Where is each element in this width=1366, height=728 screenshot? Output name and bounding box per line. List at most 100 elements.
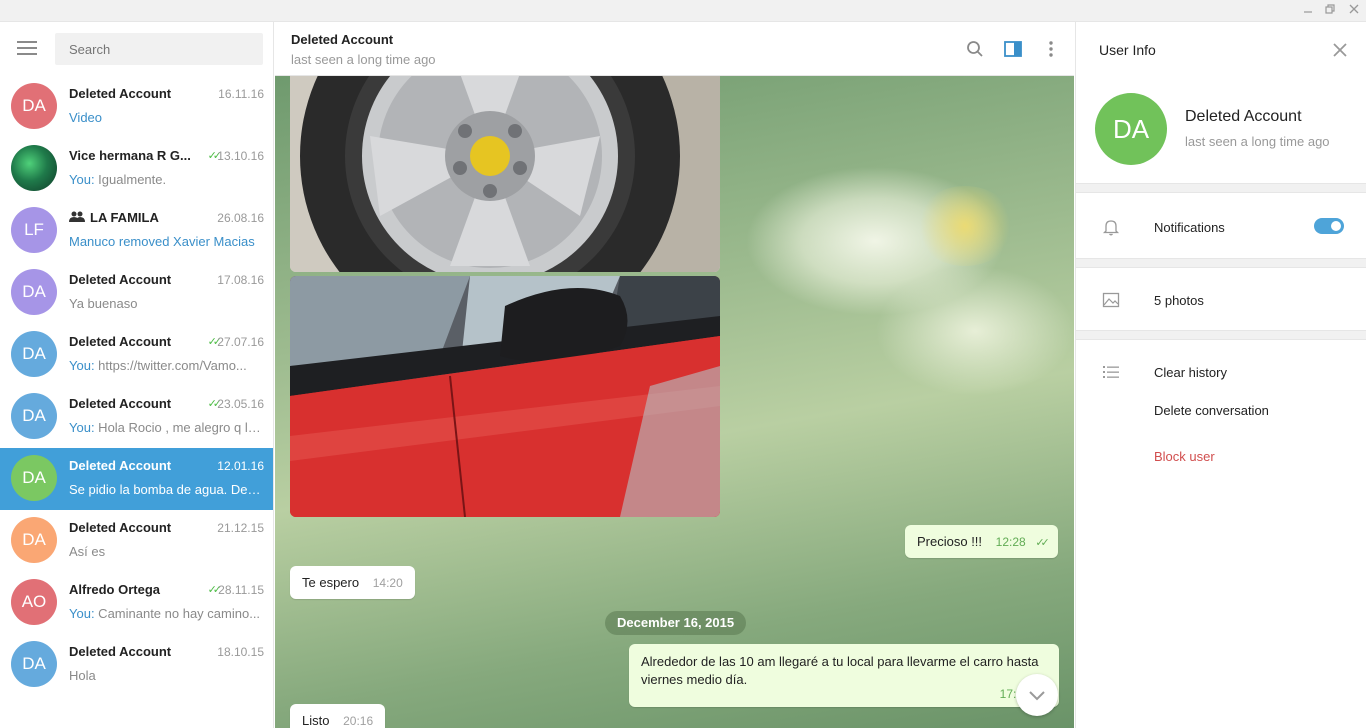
restore-icon[interactable] xyxy=(1320,3,1340,19)
shared-photos-link[interactable]: 5 photos xyxy=(1154,293,1204,308)
divider xyxy=(1076,330,1366,340)
sidebar-header xyxy=(0,22,273,76)
user-status: last seen a long time ago xyxy=(1185,134,1330,149)
chat-preview: Ya buenaso xyxy=(69,296,265,311)
chat-list-item[interactable]: DA Deleted Account 12.01.16 Se pidio la bom… xyxy=(0,448,273,510)
avatar xyxy=(11,145,57,191)
chat-name-text: Deleted Account xyxy=(69,272,172,287)
chat-name-text: Deleted Account xyxy=(69,86,172,101)
chat-title[interactable]: Deleted Account xyxy=(291,32,393,47)
window-titlebar xyxy=(0,0,1366,22)
wallpaper-petal xyxy=(875,266,1074,396)
avatar: DA xyxy=(11,83,57,129)
bell-icon xyxy=(1102,218,1120,236)
chat-preview: Manuco removed Xavier Macias xyxy=(69,234,265,249)
avatar: DA xyxy=(11,517,57,563)
chat-list-item[interactable]: DA Deleted Account ✓✓ 23.05.16 You: Hola Roc… xyxy=(0,386,273,448)
chat-name: Deleted Account xyxy=(69,644,194,659)
chat-list-item[interactable]: LF LA FAMILA 26.08.16 Manuco removed Xavier… xyxy=(0,200,273,262)
user-name: Deleted Account xyxy=(1185,108,1302,125)
avatar: AO xyxy=(11,579,57,625)
chat-list-item[interactable]: Vice hermana R G... ✓✓ 13.10.16 You: Igualm… xyxy=(0,138,273,200)
chat-preview: Así es xyxy=(69,544,265,559)
hamburger-menu-icon[interactable] xyxy=(17,41,37,55)
block-user-button[interactable]: Block user xyxy=(1154,449,1215,464)
chat-list: AMExcelente me alegroDADeleted Account16… xyxy=(0,22,273,696)
chat-name-text: Deleted Account xyxy=(69,458,172,473)
panel-title: User Info xyxy=(1099,42,1156,58)
preview-text: Video xyxy=(69,110,103,125)
avatar[interactable]: DA xyxy=(1095,93,1167,165)
wallpaper-flower-center xyxy=(915,186,1015,266)
chat-name-text: LA FAMILA xyxy=(90,210,159,225)
close-window-icon[interactable] xyxy=(1344,3,1364,19)
sidebar-toggle-icon[interactable] xyxy=(1003,39,1023,59)
chat-list-item[interactable]: DA Deleted Account 16.11.16 Video xyxy=(0,76,273,138)
message-text: Listo xyxy=(302,713,330,728)
preview-text: Manuco removed Xavier Macias xyxy=(69,234,255,249)
chat-date: 28.11.15 xyxy=(218,583,264,597)
scroll-down-button[interactable] xyxy=(1016,674,1058,716)
avatar: LF xyxy=(11,207,57,253)
chat-list-item[interactable]: AO Alfredo Ortega ✓✓ 28.11.15 You: Caminante… xyxy=(0,572,273,634)
chat-preview: Se pidio la bomba de agua. Deb... xyxy=(69,482,265,497)
search-input[interactable] xyxy=(55,33,263,65)
chat-date: 16.11.16 xyxy=(218,87,264,101)
preview-text: Hola Rocio , me alegro q la... xyxy=(94,420,265,435)
avatar: DA xyxy=(11,269,57,315)
more-options-icon[interactable] xyxy=(1041,39,1061,59)
avatar: DA xyxy=(11,393,57,439)
preview-text: Se pidio la bomba de agua. Deb... xyxy=(69,482,265,497)
chat-date: 23.05.16 xyxy=(217,397,264,411)
delete-conversation-button[interactable]: Delete conversation xyxy=(1154,403,1269,418)
list-icon xyxy=(1102,363,1120,381)
avatar: DA xyxy=(11,331,57,377)
chat-name-text: Deleted Account xyxy=(69,644,172,659)
photo-wheel[interactable] xyxy=(290,76,720,272)
minimize-icon[interactable] xyxy=(1298,3,1318,19)
chat-date: 21.12.15 xyxy=(217,521,264,535)
message-outgoing[interactable]: Precioso !!! 12:28 ✓✓ xyxy=(905,525,1058,558)
chat-name: Alfredo Ortega xyxy=(69,582,194,597)
clear-history-button[interactable]: Clear history xyxy=(1154,365,1227,380)
preview-text: Así es xyxy=(69,544,106,559)
chat-list-item[interactable]: DA Deleted Account ✓✓ 27.07.16 You: https://… xyxy=(0,324,273,386)
sender-label: You: xyxy=(69,172,95,187)
preview-text: Igualmente. xyxy=(94,172,167,187)
chat-list-sidebar: AMExcelente me alegroDADeleted Account16… xyxy=(0,22,274,728)
divider xyxy=(1076,183,1366,193)
photo-red-car[interactable] xyxy=(290,276,720,517)
close-icon[interactable] xyxy=(1330,40,1350,60)
preview-text: https://twitter.com/Vamo... xyxy=(94,358,247,373)
sender-label: You: xyxy=(69,358,95,373)
chat-list-item[interactable]: DA Deleted Account 17.08.16 Ya buenaso xyxy=(0,262,273,324)
message-incoming[interactable]: Listo 20:16 xyxy=(290,704,386,728)
chat-list-item[interactable]: DA Deleted Account 21.12.15 Así es xyxy=(0,510,273,572)
message-text: Te espero xyxy=(302,575,360,590)
message-time: 12:28 xyxy=(995,535,1026,549)
chat-list-item[interactable]: DA Deleted Account 18.10.15 Hola xyxy=(0,634,273,696)
chevron-down-icon xyxy=(1029,691,1045,701)
chat-name: Deleted Account xyxy=(69,396,194,411)
chat-date: 12.01.16 xyxy=(217,459,264,473)
search-icon[interactable] xyxy=(965,39,985,59)
chat-preview: You: Caminante no hay camino... xyxy=(69,606,265,621)
user-info-panel: User Info DA Deleted Account last seen a… xyxy=(1075,22,1366,728)
messages-area: Precioso !!! 12:28 ✓✓ Te espero 14:20 De… xyxy=(275,76,1074,728)
message-incoming[interactable]: Te espero 14:20 xyxy=(290,566,415,599)
chat-name-text: Deleted Account xyxy=(69,520,172,535)
sender-label: You: xyxy=(69,420,95,435)
chat-date: 26.08.16 xyxy=(217,211,264,225)
chat-preview: You: Hola Rocio , me alegro q la... xyxy=(69,420,265,435)
message-text: Precioso !!! xyxy=(917,534,983,549)
message-time: 20:16 xyxy=(343,714,374,728)
chat-name: Deleted Account xyxy=(69,334,194,349)
message-outgoing[interactable]: Alrededor de las 10 am llegaré a tu loca… xyxy=(629,644,1059,707)
chat-status: last seen a long time ago xyxy=(291,52,436,67)
preview-text: Caminante no hay camino... xyxy=(94,606,261,621)
message-time: 14:20 xyxy=(372,576,403,590)
chat-name: Deleted Account xyxy=(69,458,194,473)
chat-preview: You: Igualmente. xyxy=(69,172,265,187)
notifications-toggle[interactable] xyxy=(1314,218,1344,234)
chat-name: Vice hermana R G... xyxy=(69,148,194,163)
